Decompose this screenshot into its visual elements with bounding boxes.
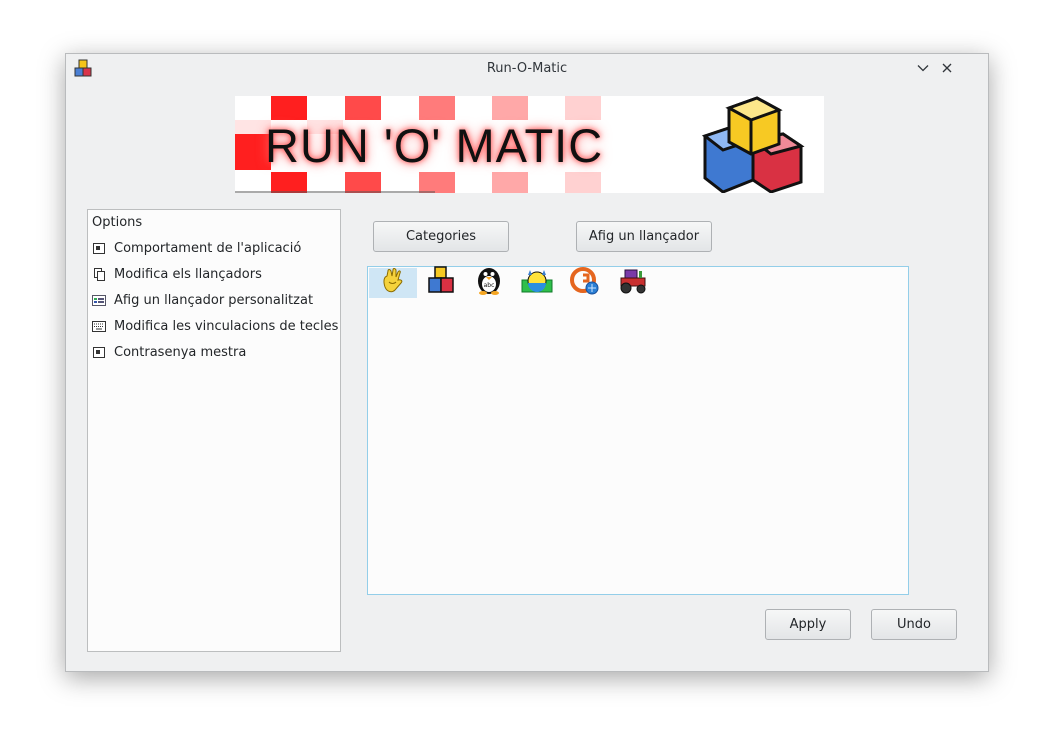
- options-list: Options Comportament de l'aplicació Modi…: [87, 209, 341, 652]
- paint-tool-icon: [520, 266, 554, 300]
- option-item-add-custom-launcher[interactable]: Afig un llançador personalitzat: [92, 289, 336, 311]
- hand-icon: [379, 267, 407, 299]
- launcher-item[interactable]: [369, 268, 417, 298]
- option-item-master-password[interactable]: Contrasenya mestra: [92, 341, 336, 363]
- chevron-down-icon[interactable]: [914, 59, 932, 77]
- launcher-item[interactable]: abc: [465, 268, 513, 298]
- option-item-key-bindings[interactable]: Modifica les vinculacions de tecles: [92, 315, 339, 337]
- categories-button[interactable]: Categories: [373, 221, 509, 252]
- option-label: Comportament de l'aplicació: [114, 240, 302, 256]
- launcher-item[interactable]: [561, 266, 609, 300]
- close-icon[interactable]: [938, 59, 956, 77]
- cubes-icon: [697, 96, 817, 193]
- launcher-item[interactable]: [513, 268, 561, 298]
- option-label: Afig un llançador personalitzat: [114, 292, 314, 308]
- svg-text:abc: abc: [484, 282, 495, 289]
- option-item-modify-launchers[interactable]: Modifica els llançadors: [92, 263, 336, 285]
- run-o-matic-window: Run-O-Matic RUN 'O' MATIC Options Compor…: [65, 53, 989, 672]
- copy-icon: [92, 267, 106, 281]
- launcher-grid[interactable]: abc: [367, 266, 909, 595]
- cubes-icon: [426, 266, 456, 300]
- launcher-item[interactable]: [609, 268, 657, 298]
- undo-button[interactable]: Undo: [871, 609, 957, 640]
- option-item-application-behavior[interactable]: Comportament de l'aplicació: [92, 237, 336, 259]
- custom-launcher-icon: [92, 293, 106, 307]
- titlebar[interactable]: Run-O-Matic: [66, 54, 988, 83]
- options-header: Options: [92, 215, 143, 230]
- window-title: Run-O-Matic: [486, 61, 568, 76]
- window-icon: [92, 241, 106, 255]
- banner-title: RUN 'O' MATIC: [265, 119, 604, 172]
- keyboard-icon: [92, 319, 106, 333]
- penguin-abc-icon: abc: [474, 266, 504, 300]
- add-launcher-button[interactable]: Afig un llançador: [576, 221, 712, 252]
- launcher-item[interactable]: [417, 266, 465, 300]
- globe-g-icon: [569, 266, 601, 300]
- window-icon: [92, 345, 106, 359]
- apply-button[interactable]: Apply: [765, 609, 851, 640]
- tractor-icon: [617, 266, 649, 300]
- app-banner: RUN 'O' MATIC: [235, 96, 824, 193]
- option-label: Contrasenya mestra: [114, 344, 247, 360]
- option-label: Modifica els llançadors: [114, 266, 262, 282]
- option-label: Modifica les vinculacions de tecles: [114, 318, 339, 334]
